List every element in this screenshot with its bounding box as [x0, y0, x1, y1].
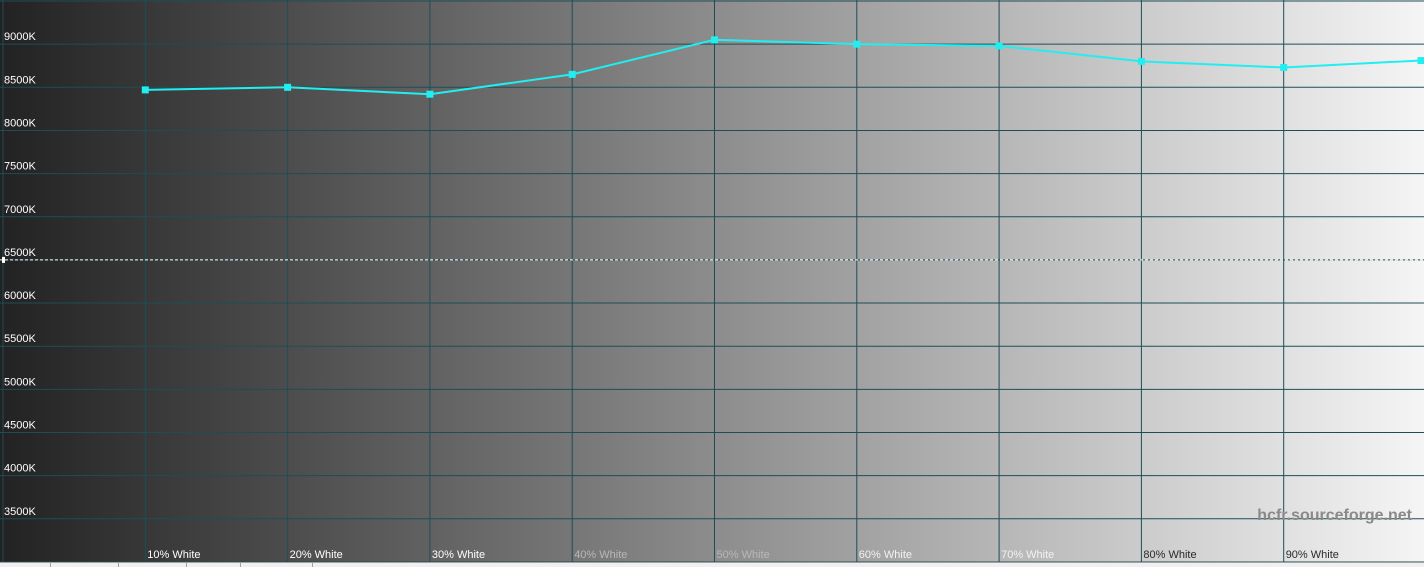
y-tick-label: 9000K	[4, 31, 36, 43]
data-point-marker	[284, 83, 292, 91]
x-tick-label: 70% White	[1001, 549, 1054, 561]
y-tick-label: 5500K	[4, 333, 36, 345]
y-tick-label: 4500K	[4, 420, 36, 432]
x-tick-label: 20% White	[290, 549, 343, 561]
y-tick-label: 7000K	[4, 204, 36, 216]
watermark-text: hcfr.sourceforge.net	[1257, 507, 1412, 524]
data-point-marker	[995, 42, 1003, 50]
color-temperature-chart: 3500K 4000K 4500K 5000K 5500K 6000K 6500K 7000K…	[0, 0, 1424, 567]
x-tick-label: 40% White	[574, 549, 627, 561]
x-tick-layer: 10% White 20% White 30% White 40% White 50% …	[147, 549, 1339, 561]
data-point-marker	[711, 36, 718, 44]
y-tick-label: 5000K	[4, 376, 36, 388]
x-tick-label: 10% White	[147, 549, 200, 561]
y-tick-label: 4000K	[4, 463, 36, 475]
status-segment	[240, 563, 313, 567]
y-tick-label: 6000K	[4, 290, 36, 302]
x-tick-label: 50% White	[717, 549, 770, 561]
status-segment	[118, 563, 187, 567]
data-point-marker	[853, 40, 861, 48]
y-tick-label: 8000K	[4, 117, 36, 129]
data-point-marker	[1137, 57, 1145, 65]
data-point-marker	[1417, 57, 1424, 65]
x-tick-label: 90% White	[1286, 549, 1339, 561]
x-tick-label: 80% White	[1143, 549, 1196, 561]
x-tick-label: 60% White	[859, 549, 912, 561]
status-strip	[0, 562, 1424, 567]
chart-background	[0, 0, 1424, 562]
y-tick-label: 7500K	[4, 161, 36, 173]
data-point-marker	[426, 90, 434, 98]
status-segment	[0, 563, 51, 567]
data-point-marker	[568, 70, 576, 78]
data-point-marker	[1280, 63, 1288, 71]
x-tick-label: 30% White	[432, 549, 485, 561]
chart-plot-area: 3500K 4000K 4500K 5000K 5500K 6000K 6500K 7000K…	[0, 0, 1424, 562]
y-tick-label: 8500K	[4, 74, 36, 86]
data-point-marker	[141, 86, 149, 94]
status-segment	[50, 563, 119, 567]
status-segment	[186, 563, 241, 567]
y-tick-label: 6500K	[4, 247, 36, 259]
y-tick-label: 3500K	[4, 506, 36, 518]
